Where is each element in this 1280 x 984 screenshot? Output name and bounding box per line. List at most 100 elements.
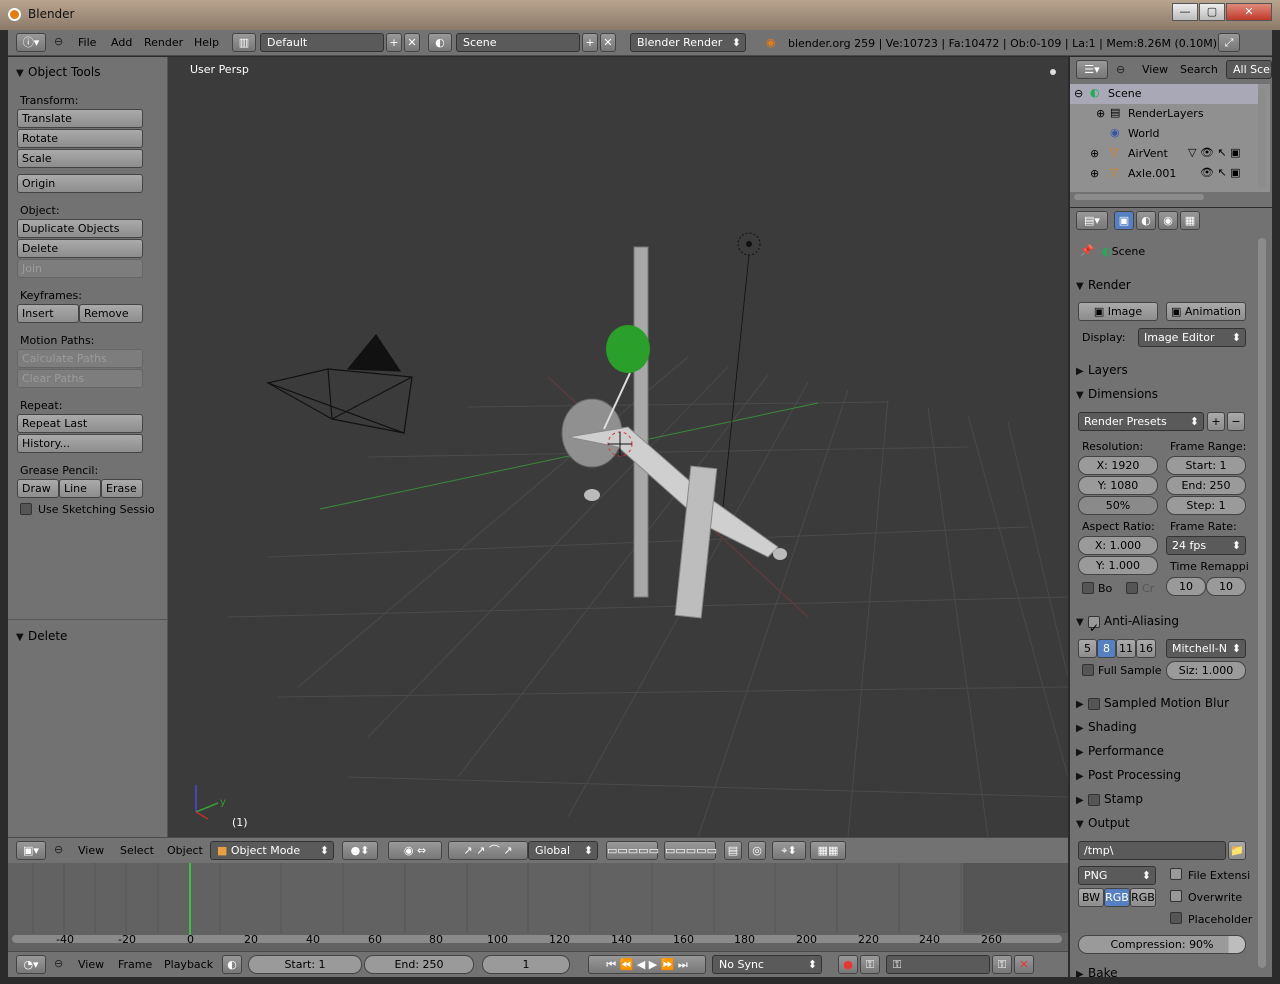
world-tab-icon[interactable]: ◉ <box>1158 211 1178 230</box>
duplicate-objects-button[interactable]: Duplicate Objects <box>17 219 143 238</box>
join-button[interactable]: Join <box>17 259 143 278</box>
menu-object[interactable]: Object <box>167 844 203 857</box>
aa-size-field[interactable]: Siz: 1.000 <box>1166 661 1246 680</box>
outliner-menu-search[interactable]: Search <box>1180 63 1218 76</box>
dimensions-section-header[interactable]: ▼ Dimensions <box>1076 383 1252 405</box>
output-section-header[interactable]: ▼ Output <box>1076 812 1252 834</box>
color-mode-rgba[interactable]: RGB <box>1130 888 1156 907</box>
motion-blur-section-header[interactable]: ▶ Sampled Motion Blur <box>1076 692 1252 714</box>
compression-slider[interactable]: Compression: 90% <box>1078 935 1246 954</box>
origin-button[interactable]: Origin <box>17 174 143 193</box>
pivot-manipulator-icons[interactable]: ◉ ⇔ <box>388 841 442 860</box>
translate-button[interactable]: Translate <box>17 109 143 128</box>
aa-samples-8[interactable]: 8 <box>1097 639 1116 658</box>
playback-controls[interactable]: ⏮ ⏪ ◀ ▶ ⏩ ⏭ <box>588 955 706 974</box>
collapse-menu-icon[interactable]: ⊖ <box>54 35 63 48</box>
bake-section-header[interactable]: ▶ Bake <box>1076 962 1252 977</box>
shading-section-header[interactable]: ▶ Shading <box>1076 716 1252 738</box>
remove-keyframe-button[interactable]: Remove <box>79 304 143 323</box>
grease-line-button[interactable]: Line <box>59 479 101 498</box>
scene-tab-icon[interactable]: ◐ <box>1136 211 1156 230</box>
aa-samples-5[interactable]: 5 <box>1078 639 1097 658</box>
output-path-field[interactable]: /tmp\ <box>1078 841 1226 860</box>
frame-end-field[interactable]: End: 250 <box>1166 476 1246 495</box>
outliner-row-axle[interactable]: ⊕ ▽ Axle.001 👁 ↖ ▣ <box>1070 164 1258 184</box>
properties-scrollbar[interactable] <box>1258 238 1266 968</box>
delete-key-icon[interactable]: ✕ <box>1014 955 1034 974</box>
fps-select[interactable]: 24 fps ⬍ <box>1166 536 1246 555</box>
border-checkbox[interactable] <box>1082 582 1094 594</box>
scene-field[interactable]: Scene <box>456 33 580 52</box>
file-extension-checkbox[interactable] <box>1170 868 1182 880</box>
scale-button[interactable]: Scale <box>17 149 143 168</box>
render-presets-select[interactable]: Render Presets ⬍ <box>1078 412 1204 431</box>
menu-file[interactable]: File <box>78 36 96 49</box>
proportional-edit-icon[interactable]: ◎ <box>748 841 766 860</box>
keying-icon[interactable]: ⚿ <box>860 955 880 974</box>
timeline-area[interactable]: -40 -20 0 20 40 60 80 100 120 140 160 18… <box>8 863 1068 951</box>
frame-step-field[interactable]: Step: 1 <box>1166 496 1246 515</box>
scene-icon[interactable]: ◐ <box>428 33 452 52</box>
snap-icon[interactable]: ⌖⬍ <box>772 841 806 860</box>
repeat-last-button[interactable]: Repeat Last <box>17 414 143 433</box>
delete-button[interactable]: Delete <box>17 239 143 258</box>
grease-erase-button[interactable]: Erase <box>101 479 143 498</box>
camera-object[interactable] <box>265 333 413 434</box>
remap-new-field[interactable]: 10 <box>1206 577 1246 596</box>
mode-select[interactable]: ■ Object Mode ⬍ <box>210 841 334 860</box>
history-button[interactable]: History... <box>17 434 143 453</box>
editor-type-button[interactable]: ⓘ▾ <box>16 33 46 52</box>
grease-draw-button[interactable]: Draw <box>17 479 59 498</box>
menu-view[interactable]: View <box>78 844 104 857</box>
viewport-corner-icon[interactable] <box>1050 69 1056 75</box>
motion-blur-checkbox[interactable] <box>1088 697 1100 710</box>
add-scene-icon[interactable]: + <box>582 33 598 52</box>
collapse-menu-icon[interactable]: ⊖ <box>54 843 63 856</box>
resolution-y-field[interactable]: Y: 1080 <box>1078 476 1158 495</box>
render-image-button[interactable]: ▣ Image <box>1078 302 1158 321</box>
aircraft-model[interactable] <box>561 246 787 619</box>
full-sample-checkbox[interactable] <box>1082 664 1094 676</box>
aspect-x-field[interactable]: X: 1.000 <box>1078 536 1158 555</box>
calculate-paths-button[interactable]: Calculate Paths <box>17 349 143 368</box>
minimize-icon[interactable]: — <box>1172 3 1198 21</box>
overwrite-checkbox[interactable] <box>1170 890 1182 902</box>
timeline-scrollbar[interactable] <box>12 935 1062 943</box>
collapse-menu-icon[interactable]: ⊖ <box>54 957 63 970</box>
transform-manipulator-icons[interactable]: ↗ ↗ ⌒ ↗ <box>448 841 528 860</box>
aa-samples-11[interactable]: 11 <box>1116 639 1136 658</box>
menu-render[interactable]: Render <box>144 36 183 49</box>
post-processing-section-header[interactable]: ▶ Post Processing <box>1076 764 1252 786</box>
add-preset-icon[interactable]: + <box>1207 412 1225 431</box>
aa-samples-16[interactable]: 16 <box>1136 639 1156 658</box>
screen-layout-field[interactable]: Default <box>260 33 384 52</box>
color-mode-rgb[interactable]: RGB <box>1104 888 1130 907</box>
end-frame-field[interactable]: End: 250 <box>364 955 474 974</box>
current-frame-field[interactable]: 1 <box>482 955 570 974</box>
outliner-scrollbar[interactable] <box>1258 88 1266 188</box>
outliner-hscrollbar[interactable] <box>1074 194 1204 200</box>
file-format-select[interactable]: PNG ⬍ <box>1078 866 1156 885</box>
outliner-row-world[interactable]: ◉ World <box>1070 124 1258 144</box>
frame-start-field[interactable]: Start: 1 <box>1166 456 1246 475</box>
remove-screen-icon[interactable]: ✕ <box>404 33 420 52</box>
menu-select[interactable]: Select <box>120 844 154 857</box>
render-animation-button[interactable]: ▣ Animation <box>1166 302 1246 321</box>
layers-grid-a[interactable]: ▭▭▭▭▭ <box>606 841 659 860</box>
performance-section-header[interactable]: ▶ Performance <box>1076 740 1252 762</box>
lamp-object[interactable] <box>722 232 761 508</box>
outliner-row-airvent[interactable]: ⊕ ▽ AirVent ▽ 👁 ↖ ▣ <box>1070 144 1258 164</box>
stamp-checkbox[interactable] <box>1088 793 1100 806</box>
outliner-row-renderlayers[interactable]: ⊕ ▤ RenderLayers <box>1070 104 1258 124</box>
outliner-row-scene[interactable]: ⊖ ◐ Scene <box>1070 84 1258 104</box>
menu-add[interactable]: Add <box>111 36 132 49</box>
resolution-percent-field[interactable]: 50% <box>1078 496 1158 515</box>
resolution-x-field[interactable]: X: 1920 <box>1078 456 1158 475</box>
sync-select[interactable]: No Sync ⬍ <box>712 955 822 974</box>
placeholder-checkbox[interactable] <box>1170 912 1182 924</box>
record-icon[interactable]: ● <box>838 955 858 974</box>
outliner-filter-select[interactable]: All Scen <box>1226 60 1272 79</box>
start-frame-field[interactable]: Start: 1 <box>248 955 362 974</box>
clear-paths-button[interactable]: Clear Paths <box>17 369 143 388</box>
lock-layers-icon[interactable]: ▤ <box>724 841 742 860</box>
